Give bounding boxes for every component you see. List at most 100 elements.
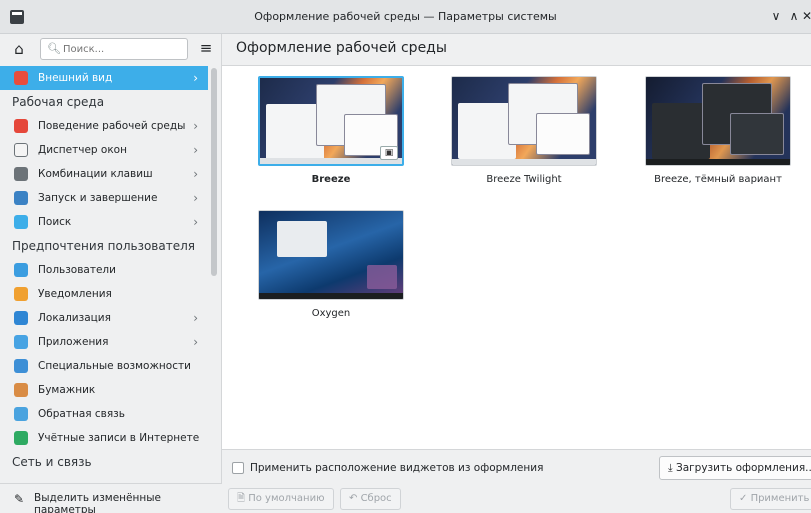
- download-themes-button[interactable]: ⤓ Загрузить оформления...: [659, 456, 811, 480]
- sidebar-item[interactable]: Учётные записи в Интернете: [0, 426, 208, 450]
- sidebar-item-label: Поведение рабочей среды: [38, 120, 186, 132]
- page-header: Оформление рабочей среды: [222, 34, 811, 66]
- hamburger-menu-icon[interactable]: ≡: [198, 40, 214, 56]
- reset-button[interactable]: ↶ Сброс: [340, 488, 401, 510]
- sidebar-item-label: Внешний вид: [38, 72, 113, 84]
- sidebar-item-label: Приложения: [38, 336, 109, 348]
- theme-grid: ▣ Breeze Breeze Twilight Breeze, тёмный вар…: [222, 66, 811, 449]
- defaults-icon: 🗎︎: [237, 493, 249, 504]
- sidebar-item[interactable]: Обратная связь: [0, 402, 208, 426]
- download-icon: ⤓: [668, 462, 676, 474]
- sidebar-item-label: Диспетчер окон: [38, 144, 127, 156]
- window-titlebar[interactable]: Оформление рабочей среды — Параметры сис…: [0, 0, 811, 34]
- sidebar-item-label: Обратная связь: [38, 408, 125, 420]
- pencil-icon: ✎: [14, 492, 25, 506]
- theme-name: Breeze: [311, 174, 351, 185]
- theme-card[interactable]: Oxygen: [258, 210, 404, 319]
- sidebar-item-label: Локализация: [38, 312, 111, 324]
- chevron-right-icon: ›: [193, 215, 198, 229]
- sidebar-item[interactable]: Пользователи: [0, 258, 208, 282]
- sidebar-section-title: Рабочая среда: [12, 95, 105, 109]
- sidebar-item[interactable]: Приложения ›: [0, 330, 208, 354]
- image-icon[interactable]: ▣: [380, 146, 398, 160]
- sidebar-item[interactable]: Специальные возможности: [0, 354, 208, 378]
- sidebar-item[interactable]: Уведомления: [0, 282, 208, 306]
- apply-layout-checkbox[interactable]: [232, 462, 244, 474]
- sidebar-item[interactable]: Поиск ›: [0, 210, 208, 234]
- chevron-right-icon: ›: [193, 119, 198, 133]
- sidebar-item-appearance[interactable]: Внешний вид ›: [0, 66, 208, 90]
- close-icon[interactable]: ✕: [802, 8, 811, 24]
- chevron-right-icon: ›: [193, 167, 198, 181]
- reset-label: Сброс: [360, 493, 392, 504]
- theme-preview: [451, 76, 597, 166]
- sidebar-item-label: Бумажник: [38, 384, 96, 396]
- users-icon: [14, 263, 28, 277]
- sidebar-item-label: Учётные записи в Интернете: [38, 432, 200, 444]
- search-icon: [14, 215, 28, 229]
- reset-icon: ↶: [349, 493, 361, 504]
- highlight-changed-label: Выделить изменённые параметры: [34, 492, 161, 513]
- sidebar-toolbar: ⌂ 🔍︎ ≡: [0, 34, 222, 64]
- search-magnifier-icon: 🔍︎: [47, 42, 61, 55]
- sidebar-item-label: Пользователи: [38, 264, 116, 276]
- sidebar: ⌂ 🔍︎ ≡ Внешний вид › Рабочая среда Поведе…: [0, 34, 222, 513]
- home-icon[interactable]: ⌂: [10, 40, 28, 58]
- defaults-button[interactable]: 🗎︎ По умолчанию: [228, 488, 334, 510]
- apply-label: Применить: [750, 493, 810, 504]
- check-icon: ✓: [739, 493, 751, 504]
- sidebar-item[interactable]: Бумажник: [0, 378, 208, 402]
- action-bar: 🗎︎ По умолчанию ↶ Сброс ✓ Применить: [222, 485, 811, 513]
- highlight-changed-button[interactable]: ✎ Выделить изменённые параметры: [0, 483, 222, 513]
- accessibility-icon: [14, 359, 28, 373]
- sidebar-item[interactable]: Диспетчер окон ›: [0, 138, 208, 162]
- keyboard-icon: [14, 167, 28, 181]
- sidebar-item[interactable]: Запуск и завершение ›: [0, 186, 208, 210]
- workspace-behavior-icon: [14, 119, 28, 133]
- sidebar-item-label: Поиск: [38, 216, 72, 228]
- main-panel: Оформление рабочей среды ▣ Breeze Breeze T…: [222, 34, 811, 513]
- sidebar-item-label: Уведомления: [38, 288, 112, 300]
- sidebar-item-label: Комбинации клавиш: [38, 168, 153, 180]
- sidebar-section-title: Предпочтения пользователя: [12, 239, 195, 253]
- locale-icon: [14, 311, 28, 325]
- theme-card[interactable]: Breeze Twilight: [451, 76, 597, 185]
- online-accounts-icon: [14, 431, 28, 445]
- theme-name: Breeze Twilight: [486, 174, 562, 185]
- search-field[interactable]: 🔍︎: [40, 38, 188, 60]
- minimize-icon[interactable]: ∨: [768, 8, 784, 24]
- wallet-icon: [14, 383, 28, 397]
- appearance-icon: [14, 71, 28, 85]
- window-manager-icon: [14, 143, 28, 157]
- chevron-right-icon: ›: [193, 71, 198, 85]
- download-themes-label: Загрузить оформления...: [675, 462, 811, 474]
- sidebar-scrollbar[interactable]: [211, 68, 217, 276]
- feedback-icon: [14, 407, 28, 421]
- sidebar-item[interactable]: Локализация ›: [0, 306, 208, 330]
- apply-button[interactable]: ✓ Применить: [730, 488, 811, 510]
- apps-icon: [14, 335, 28, 349]
- sidebar-item[interactable]: Комбинации клавиш ›: [0, 162, 208, 186]
- theme-card[interactable]: ▣ Breeze: [258, 76, 404, 185]
- chevron-right-icon: ›: [193, 143, 198, 157]
- theme-name: Oxygen: [311, 308, 351, 319]
- maximize-icon[interactable]: ∧: [786, 8, 802, 24]
- sidebar-item[interactable]: Поведение рабочей среды ›: [0, 114, 208, 138]
- theme-card[interactable]: Breeze, тёмный вариант: [645, 76, 791, 185]
- sidebar-item-label: Запуск и завершение: [38, 192, 158, 204]
- chevron-right-icon: ›: [193, 335, 198, 349]
- theme-name: Breeze, тёмный вариант: [654, 174, 782, 185]
- sidebar-list: Внешний вид › Рабочая среда Поведение раб…: [0, 66, 208, 474]
- apply-layout-row: Применить расположение виджетов из оформ…: [222, 449, 811, 485]
- bell-icon: [14, 287, 28, 301]
- page-title: Оформление рабочей среды: [236, 40, 447, 56]
- theme-preview: [645, 76, 791, 166]
- defaults-label: По умолчанию: [248, 493, 325, 504]
- theme-preview: ▣: [258, 76, 404, 166]
- chevron-right-icon: ›: [193, 311, 198, 325]
- search-input[interactable]: [63, 41, 183, 57]
- sidebar-item-label: Специальные возможности: [38, 360, 191, 372]
- window-title: Оформление рабочей среды — Параметры сис…: [254, 10, 557, 23]
- chevron-right-icon: ›: [193, 191, 198, 205]
- apply-layout-label: Применить расположение виджетов из оформ…: [250, 462, 544, 474]
